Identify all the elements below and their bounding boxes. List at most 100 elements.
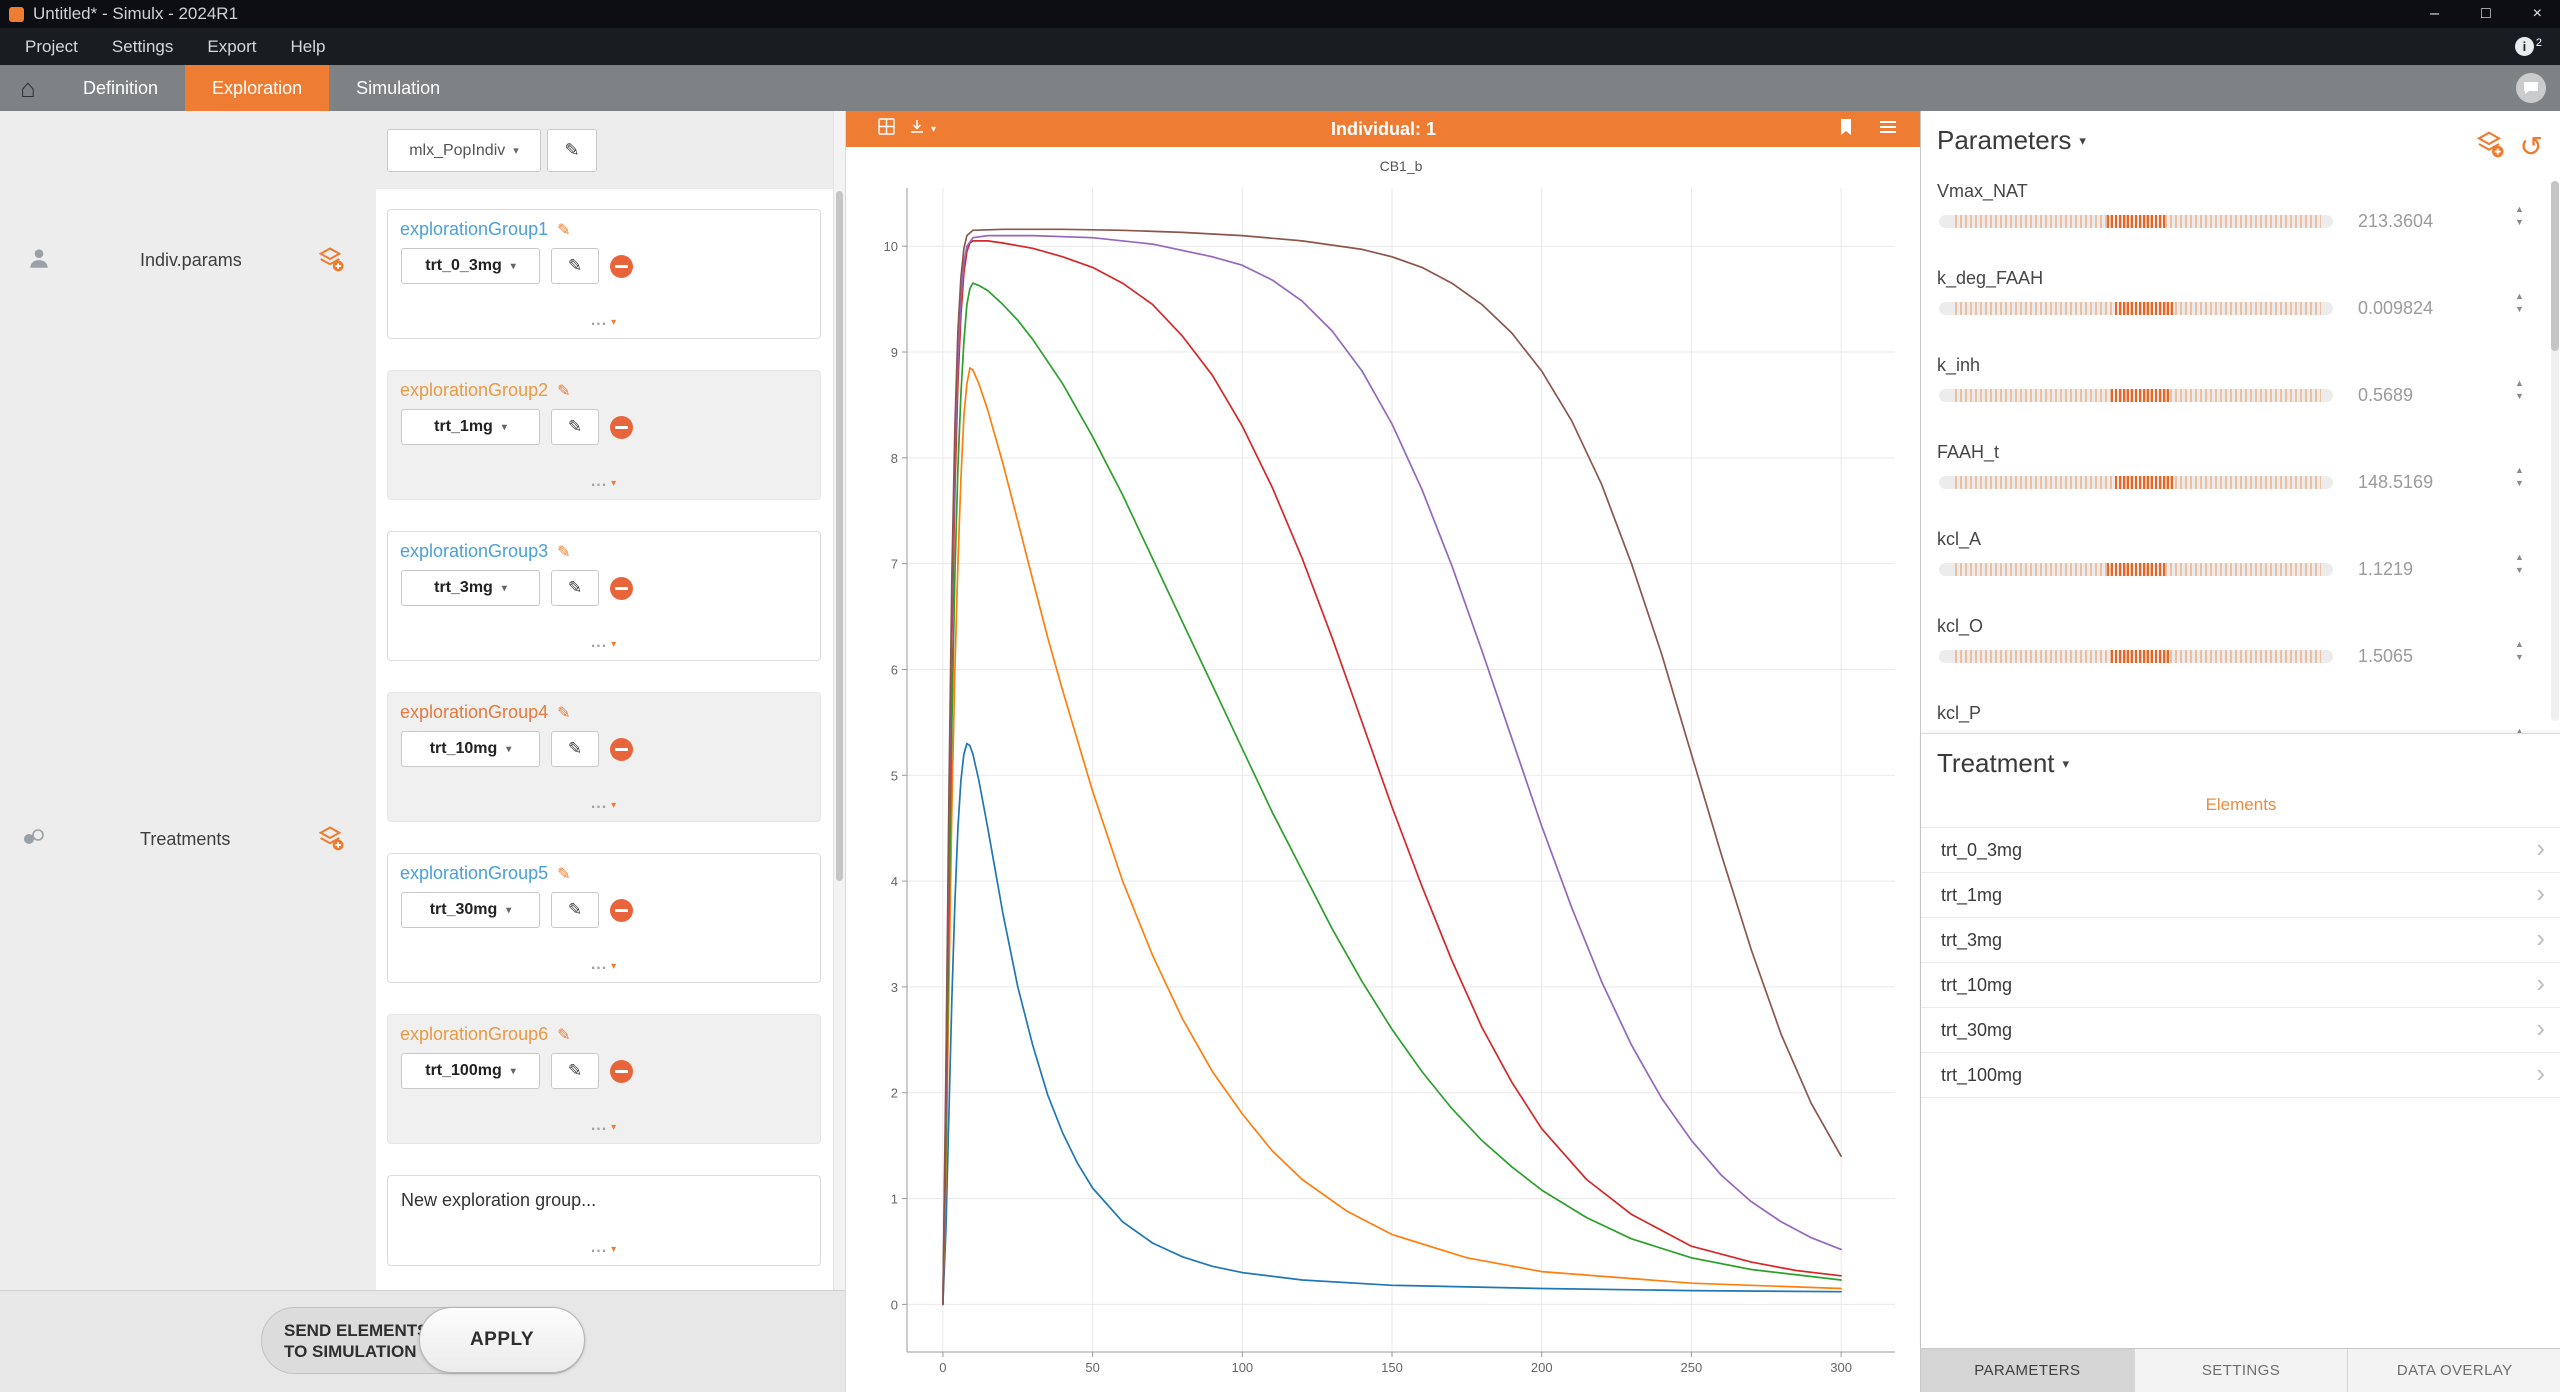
treatment-section-title[interactable]: Treatment ▾ (1921, 734, 2560, 779)
treatment-select-dropdown[interactable]: trt_30mg▾ (401, 892, 540, 928)
spinner-down-icon[interactable]: ▼ (2515, 305, 2524, 314)
spinner-up-icon[interactable]: ▲ (2515, 553, 2524, 562)
spinner-down-icon[interactable]: ▼ (2515, 566, 2524, 575)
value-stepper[interactable]: ▲▼ (2515, 379, 2524, 401)
home-icon[interactable]: ⌂ (0, 65, 56, 111)
menu-hamburger-icon[interactable] (1879, 120, 1897, 139)
treatment-element-row[interactable]: trt_3mg› (1921, 918, 2560, 963)
tab-data-overlay[interactable]: DATA OVERLAY (2347, 1349, 2560, 1392)
treatment-select-dropdown[interactable]: trt_0_3mg▾ (401, 248, 540, 284)
tab-simulation[interactable]: Simulation (329, 65, 467, 111)
info-icon[interactable]: i (2515, 37, 2534, 56)
slider-thumb-zone[interactable] (2115, 302, 2173, 315)
reset-parameters-icon[interactable]: ↺ (2520, 134, 2543, 160)
slider-thumb-zone[interactable] (2111, 389, 2169, 402)
treatment-element-row[interactable]: trt_30mg› (1921, 1008, 2560, 1053)
value-stepper[interactable]: ▲▼ (2515, 553, 2524, 575)
sidebar-item-treatments[interactable]: Treatments (0, 822, 376, 856)
tab-settings[interactable]: SETTINGS (2134, 1349, 2348, 1392)
parameters-scrollbar[interactable] (2551, 181, 2559, 721)
expand-group-toggle[interactable]: ...▾ (388, 956, 820, 974)
sidebar-item-indiv-params[interactable]: Indiv.params (0, 243, 376, 277)
edit-group-name-icon[interactable]: ✎ (557, 542, 570, 562)
treatment-select-dropdown[interactable]: trt_100mg▾ (401, 1053, 540, 1089)
tab-parameters[interactable]: PARAMETERS (1921, 1349, 2134, 1392)
parameter-slider[interactable] (1939, 389, 2333, 402)
new-exploration-group-card[interactable]: New exploration group......▾ (387, 1175, 821, 1266)
tab-definition[interactable]: Definition (56, 65, 185, 111)
menu-project[interactable]: Project (8, 28, 95, 65)
scrollbar-thumb[interactable] (2551, 181, 2559, 351)
expand-group-toggle[interactable]: ...▾ (388, 634, 820, 652)
treatment-element-row[interactable]: trt_100mg› (1921, 1053, 2560, 1098)
parameter-slider[interactable] (1939, 650, 2333, 663)
treatment-element-row[interactable]: trt_0_3mg› (1921, 828, 2560, 873)
exploration-plot[interactable]: CB1_b050100150200250300012345678910 (846, 147, 1921, 1392)
maximize-button[interactable]: □ (2481, 5, 2491, 23)
apply-button[interactable]: APPLY (419, 1307, 585, 1373)
spinner-down-icon[interactable]: ▼ (2515, 653, 2524, 662)
spinner-up-icon[interactable]: ▲ (2515, 379, 2524, 388)
edit-indiv-param-button[interactable]: ✎ (547, 129, 597, 172)
parameter-slider[interactable] (1939, 215, 2333, 228)
value-stepper[interactable]: ▲▼ (2515, 292, 2524, 314)
edit-group-name-icon[interactable]: ✎ (557, 381, 570, 401)
indiv-param-dropdown[interactable]: mlx_PopIndiv ▾ (387, 129, 541, 172)
edit-group-name-icon[interactable]: ✎ (557, 220, 570, 240)
edit-treatment-button[interactable]: ✎ (551, 1053, 599, 1089)
edit-group-name-icon[interactable]: ✎ (557, 864, 570, 884)
edit-group-name-icon[interactable]: ✎ (557, 703, 570, 723)
remove-group-button[interactable] (610, 1060, 633, 1083)
remove-group-button[interactable] (610, 738, 633, 761)
parameters-section-title[interactable]: Parameters ▾ (1937, 125, 2086, 156)
add-indiv-param-icon[interactable] (316, 245, 344, 278)
value-stepper[interactable]: ▲▼ (2515, 205, 2524, 227)
edit-treatment-button[interactable]: ✎ (551, 570, 599, 606)
remove-group-button[interactable] (610, 577, 633, 600)
feedback-chat-icon[interactable] (2516, 73, 2546, 103)
value-stepper[interactable]: ▲▼ (2515, 466, 2524, 488)
minimize-button[interactable]: – (2430, 5, 2439, 23)
remove-group-button[interactable] (610, 899, 633, 922)
add-treatment-icon[interactable] (316, 824, 344, 857)
menu-export[interactable]: Export (190, 28, 273, 65)
expand-group-toggle[interactable]: ...▾ (388, 312, 820, 330)
edit-group-name-icon[interactable]: ✎ (557, 1025, 570, 1045)
treatment-select-dropdown[interactable]: trt_1mg▾ (401, 409, 540, 445)
slider-thumb-zone[interactable] (2107, 563, 2165, 576)
remove-group-button[interactable] (610, 255, 633, 278)
expand-group-toggle[interactable]: ...▾ (388, 795, 820, 813)
treatment-select-dropdown[interactable]: trt_10mg▾ (401, 731, 540, 767)
slider-thumb-zone[interactable] (2115, 476, 2173, 489)
value-stepper[interactable]: ▲▼ (2515, 640, 2524, 662)
parameter-slider[interactable] (1939, 476, 2333, 489)
spinner-up-icon[interactable]: ▲ (2515, 466, 2524, 475)
menu-settings[interactable]: Settings (95, 28, 190, 65)
spinner-up-icon[interactable]: ▲ (2515, 292, 2524, 301)
expand-group-toggle[interactable]: ...▾ (388, 1239, 820, 1257)
slider-thumb-zone[interactable] (2107, 215, 2165, 228)
edit-treatment-button[interactable]: ✎ (551, 731, 599, 767)
bookmark-icon[interactable] (1839, 118, 1853, 141)
expand-group-toggle[interactable]: ...▾ (388, 1117, 820, 1135)
edit-treatment-button[interactable]: ✎ (551, 892, 599, 928)
treatment-element-row[interactable]: trt_1mg› (1921, 873, 2560, 918)
spinner-down-icon[interactable]: ▼ (2515, 479, 2524, 488)
expand-group-toggle[interactable]: ...▾ (388, 473, 820, 491)
slider-thumb-zone[interactable] (2111, 650, 2169, 663)
parameter-slider[interactable] (1939, 302, 2333, 315)
remove-group-button[interactable] (610, 416, 633, 439)
treatment-select-dropdown[interactable]: trt_3mg▾ (401, 570, 540, 606)
edit-treatment-button[interactable]: ✎ (551, 248, 599, 284)
spinner-up-icon[interactable]: ▲ (2515, 640, 2524, 649)
scrollbar-thumb[interactable] (836, 191, 843, 881)
spinner-up-icon[interactable]: ▲ (2515, 205, 2524, 214)
close-button[interactable]: × (2533, 5, 2542, 23)
treatment-element-row[interactable]: trt_10mg› (1921, 963, 2560, 1008)
tab-exploration[interactable]: Exploration (185, 65, 329, 111)
edit-treatment-button[interactable]: ✎ (551, 409, 599, 445)
spinner-down-icon[interactable]: ▼ (2515, 218, 2524, 227)
add-parameter-element-icon[interactable] (2474, 129, 2504, 164)
spinner-down-icon[interactable]: ▼ (2515, 392, 2524, 401)
parameter-slider[interactable] (1939, 563, 2333, 576)
